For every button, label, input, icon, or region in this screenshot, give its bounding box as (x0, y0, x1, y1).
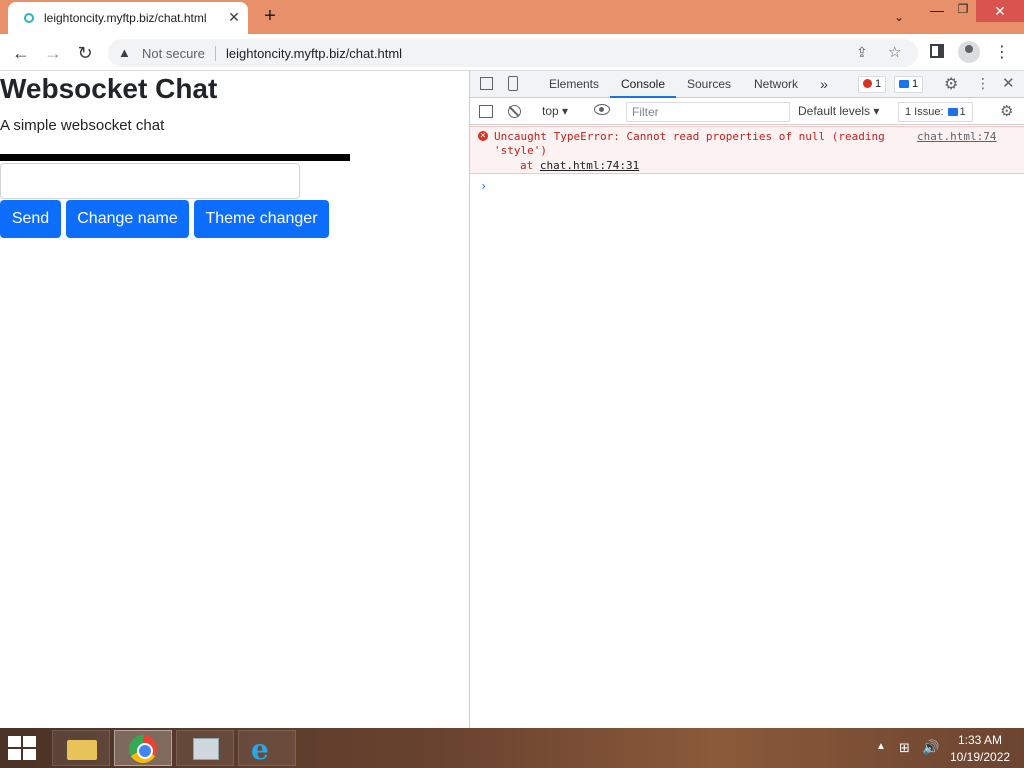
issues-count: 1 (959, 106, 966, 118)
page-subtitle: A simple websocket chat (0, 117, 165, 134)
windows-logo-icon (8, 736, 21, 747)
devtools-panel: Elements Console Sources Network » 1 1 ⚙… (469, 71, 1024, 728)
page-viewport: Websocket Chat A simple websocket chat S… (0, 71, 469, 728)
volume-icon[interactable]: 🔊 (922, 739, 939, 756)
message-icon (899, 80, 909, 88)
side-panel-icon[interactable] (930, 44, 944, 58)
devtools-settings-icon[interactable]: ⚙ (944, 74, 958, 94)
internet-explorer-icon: e (251, 733, 269, 766)
clock-date[interactable]: 10/19/2022 (950, 750, 1010, 764)
performance-monitor-icon (193, 738, 219, 760)
console-sidebar-icon[interactable] (479, 105, 493, 118)
show-hidden-icons-icon[interactable]: ▲ (876, 741, 886, 752)
error-source-link[interactable]: chat.html:74 (917, 130, 996, 143)
tab-search-icon[interactable]: ⌄ (888, 6, 910, 28)
theme-changer-button[interactable]: Theme changer (194, 200, 329, 238)
console-settings-icon[interactable]: ⚙ (1000, 102, 1013, 120)
window-close-button[interactable]: ✕ (976, 0, 1024, 22)
error-stack-trace: at chat.html:74:31 (520, 159, 639, 172)
warning-icon[interactable]: ▲ (118, 45, 131, 60)
share-icon[interactable]: ⇪ (856, 44, 868, 61)
message-count-badge[interactable]: 1 (894, 76, 924, 93)
send-button[interactable]: Send (0, 200, 61, 238)
chat-messages-box (0, 154, 350, 161)
devtools-more-icon[interactable]: ⋮ (976, 75, 990, 92)
page-title: Websocket Chat (0, 73, 218, 104)
browser-tab[interactable]: leightoncity.myftp.biz/chat.html ✕ (8, 2, 248, 34)
stack-link[interactable]: chat.html:74:31 (540, 159, 639, 172)
clock-time[interactable]: 1:33 AM (950, 733, 1010, 747)
tab-network[interactable]: Network (746, 71, 806, 98)
browser-title-bar: leightoncity.myftp.biz/chat.html ✕ + ⌄ —… (0, 0, 1024, 34)
issue-icon (947, 108, 958, 116)
security-label[interactable]: Not secure (142, 46, 205, 61)
error-icon: ✕ (478, 131, 488, 141)
device-toolbar-icon[interactable] (508, 76, 518, 91)
stack-prefix: at (520, 159, 540, 172)
console-error-row: ✕ Uncaught TypeError: Cannot read proper… (470, 126, 1024, 174)
error-count: 1 (875, 78, 882, 90)
error-message: Uncaught TypeError: Cannot read properti… (494, 130, 885, 157)
taskbar-chrome[interactable] (114, 730, 172, 766)
minimize-button[interactable]: — (924, 2, 950, 22)
clear-console-icon[interactable] (508, 105, 521, 118)
message-count: 1 (912, 78, 919, 90)
console-filter-bar: top ▾ Filter Default levels ▾ 1 Issue: 1 … (470, 99, 1024, 125)
console-output: ✕ Uncaught TypeError: Cannot read proper… (470, 126, 1024, 728)
folder-icon (67, 740, 97, 760)
browser-toolbar: ← → ↻ ▲ Not secure leightoncity.myftp.bi… (0, 34, 1024, 71)
log-levels-select[interactable]: Default levels ▾ (798, 104, 879, 118)
back-button[interactable]: ← (8, 40, 34, 66)
url-text[interactable]: leightoncity.myftp.biz/chat.html (226, 46, 402, 61)
url-divider (215, 46, 216, 61)
devtools-close-icon[interactable]: ✕ (1002, 74, 1015, 92)
error-dot-icon (863, 79, 872, 88)
more-tabs-icon[interactable]: » (814, 71, 834, 98)
profile-avatar-icon[interactable] (958, 41, 980, 63)
new-tab-button[interactable]: + (258, 4, 282, 28)
favicon-icon (24, 13, 34, 23)
tab-close-icon[interactable]: ✕ (226, 8, 242, 26)
issues-badge[interactable]: 1 Issue: 1 (898, 102, 973, 122)
browser-menu-icon[interactable]: ⋮ (994, 42, 1010, 62)
address-bar[interactable]: ▲ Not secure leightoncity.myftp.biz/chat… (108, 39, 918, 67)
network-icon[interactable]: ⊞ (899, 740, 910, 756)
start-button[interactable] (8, 736, 38, 760)
taskbar-internet-explorer[interactable]: e (238, 730, 296, 766)
taskbar-performance-monitor[interactable] (176, 730, 234, 766)
reload-button[interactable]: ↻ (72, 40, 98, 66)
devtools-tab-bar: Elements Console Sources Network » 1 1 ⚙… (470, 71, 1024, 98)
context-select[interactable]: top ▾ (542, 104, 568, 118)
console-filter-input[interactable]: Filter (626, 102, 790, 122)
inspect-element-icon[interactable] (480, 77, 493, 90)
error-count-badge[interactable]: 1 (858, 76, 887, 93)
issues-label: 1 Issue: (905, 106, 944, 118)
maximize-button[interactable]: ❐ (950, 2, 976, 22)
tab-console[interactable]: Console (610, 71, 676, 98)
live-expression-eye-icon[interactable] (594, 104, 610, 115)
tab-title: leightoncity.myftp.biz/chat.html (44, 11, 207, 25)
console-prompt-icon[interactable]: › (480, 179, 487, 193)
bookmark-star-icon[interactable]: ☆ (888, 43, 901, 61)
chrome-icon (129, 735, 157, 763)
tab-sources[interactable]: Sources (680, 71, 738, 98)
tab-elements[interactable]: Elements (542, 71, 606, 98)
change-name-button[interactable]: Change name (66, 200, 189, 238)
windows-taskbar: e ▲ ⊞ 🔊 1:33 AM 10/19/2022 (0, 728, 1024, 768)
taskbar-file-explorer[interactable] (52, 730, 110, 766)
forward-button[interactable]: → (40, 40, 66, 66)
message-input[interactable] (0, 163, 300, 199)
